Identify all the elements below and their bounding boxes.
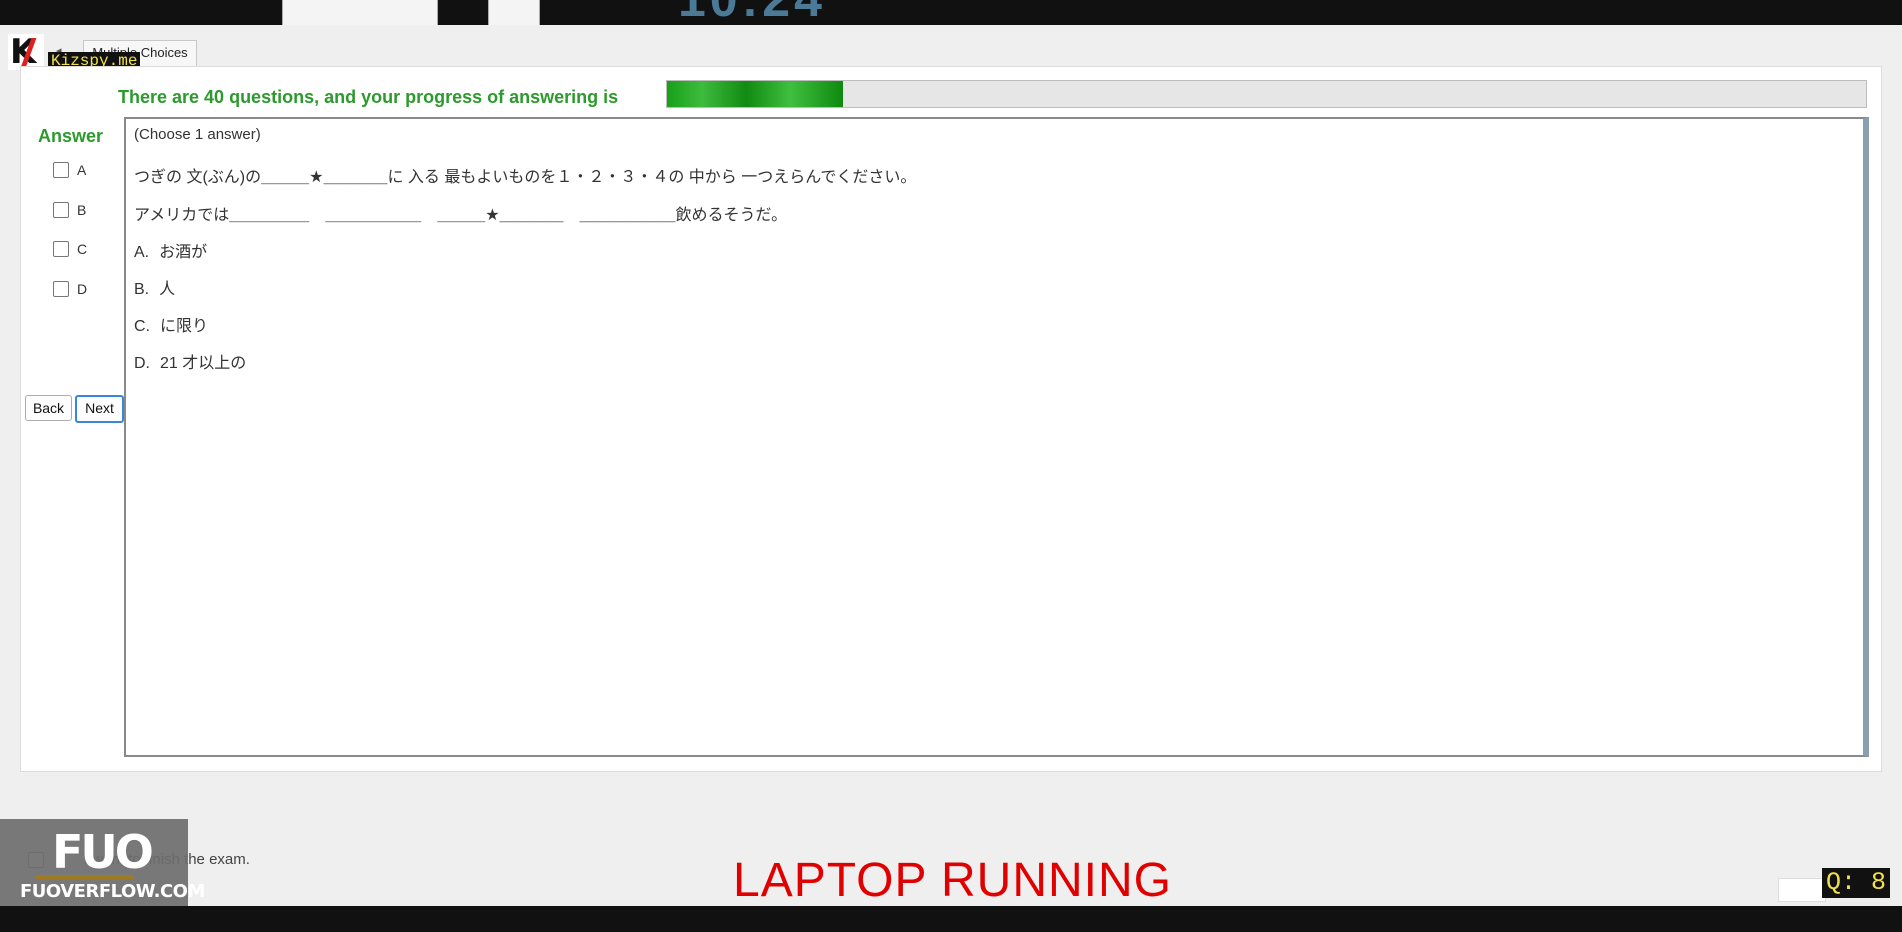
question-choice-b: B. 人 (134, 275, 175, 299)
choice-text: 人 (159, 281, 176, 298)
answer-option-label: A (77, 162, 87, 178)
font-size-field[interactable] (488, 0, 540, 25)
checkbox[interactable] (53, 162, 69, 178)
choice-text: に限り (160, 318, 209, 335)
choice-text: 21 才以上の (160, 355, 247, 372)
bottom-bar (0, 906, 1902, 932)
answer-option-c[interactable]: C (53, 241, 87, 257)
question-counter: Q: 8 (1822, 868, 1891, 898)
question-choice-c: C. に限り (134, 312, 208, 336)
question-choice-d: D. 21 才以上の (134, 349, 246, 373)
fuo-logo-underline (36, 875, 134, 879)
answer-title: Answer (38, 126, 104, 146)
choice-letter: A. (134, 244, 150, 261)
checkbox[interactable] (53, 202, 69, 218)
checkbox[interactable] (53, 241, 69, 257)
answer-option-a[interactable]: A (53, 162, 86, 178)
choice-text: お酒が (159, 244, 208, 261)
answer-option-label: D (77, 281, 88, 297)
fuoverflow-watermark: FUO FUOVERFLOW.COM (0, 819, 205, 906)
checkbox[interactable] (53, 281, 69, 297)
choice-letter: D. (134, 355, 150, 372)
answer-option-label: B (77, 202, 87, 218)
progress-bar (666, 80, 1867, 108)
answer-option-d[interactable]: D (53, 281, 87, 297)
answer-option-b[interactable]: B (53, 202, 86, 218)
choice-letter: B. (134, 281, 150, 298)
question-box[interactable]: (Choose 1 answer) つぎの 文(ぶん)の＿＿＿★＿＿＿＿に 入る… (124, 117, 1869, 757)
small-status-box (1778, 878, 1826, 902)
next-button[interactable]: Next (75, 395, 124, 423)
question-choice-a: A. お酒が (134, 238, 207, 262)
fuo-logo-text: FUO (52, 825, 154, 879)
exam-timer: 10:24 (678, 0, 826, 25)
fuo-site-text: FUOVERFLOW.COM (20, 881, 205, 902)
answer-option-label: C (77, 241, 88, 257)
exam-code-field[interactable] (282, 0, 438, 25)
kizspy-logo: K (8, 34, 44, 70)
laptop-running-status: LAPTOP RUNNING (733, 854, 1172, 907)
choice-letter: C. (134, 318, 150, 335)
question-prompt: つぎの 文(ぶん)の＿＿＿★＿＿＿＿に 入る 最もよいものを１・２・３・４の 中… (134, 169, 917, 186)
top-bar: 10:24 (0, 0, 1902, 25)
back-button[interactable]: Back (25, 395, 72, 421)
question-sentence: アメリカでは＿＿＿＿＿ ＿＿＿＿＿＿ ＿＿＿★＿＿＿＿ ＿＿＿＿＿＿飲めるそうだ… (134, 207, 788, 224)
progress-label: There are 40 questions, and your progres… (118, 87, 619, 107)
question-instruction: (Choose 1 answer) (134, 126, 261, 143)
progress-bar-fill (667, 81, 844, 107)
